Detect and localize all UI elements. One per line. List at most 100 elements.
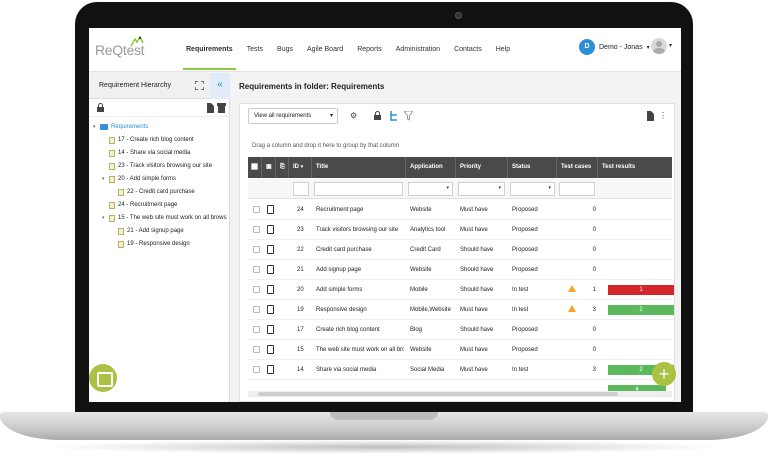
- open-document-icon[interactable]: [267, 365, 274, 374]
- table-row[interactable]: 19 Responsive design Mobile,Website Must ha…: [248, 300, 674, 320]
- lock-folder-icon[interactable]: [373, 111, 383, 121]
- avatar[interactable]: [651, 38, 667, 54]
- priority-filter[interactable]: ▾: [458, 182, 505, 196]
- document-icon[interactable]: [206, 103, 214, 113]
- status-filter[interactable]: ▾: [510, 182, 555, 196]
- select-all-checkbox[interactable]: [248, 157, 262, 178]
- column-title[interactable]: Title: [312, 157, 406, 178]
- warning-icon: [568, 285, 576, 292]
- cell-id: 21: [297, 267, 304, 273]
- expand-icon[interactable]: [195, 81, 204, 90]
- chevron-down-icon[interactable]: ▾: [669, 42, 672, 49]
- open-document-icon[interactable]: [267, 305, 274, 314]
- more-options-icon[interactable]: ⋮: [659, 111, 667, 120]
- column-test-results[interactable]: Test results: [598, 157, 672, 178]
- open-document-icon[interactable]: [267, 265, 274, 274]
- tree-item[interactable]: ▾ Requirements: [93, 121, 148, 133]
- nav-help[interactable]: Help: [489, 28, 517, 72]
- column-priority[interactable]: Priority: [456, 157, 508, 178]
- table-row[interactable]: 23 Track visitors browsing our site Analyt…: [248, 220, 672, 240]
- row-checkbox[interactable]: [253, 346, 260, 353]
- row-checkbox[interactable]: [253, 306, 260, 313]
- open-document-icon[interactable]: [267, 205, 274, 214]
- nav-requirements[interactable]: Requirements: [179, 28, 240, 72]
- table-row[interactable]: 14 Share via social media Social Media Must…: [248, 360, 674, 380]
- open-document-icon[interactable]: [267, 285, 274, 294]
- horizontal-scrollbar[interactable]: [248, 391, 672, 397]
- open-document-icon[interactable]: [267, 345, 274, 354]
- test-cases-filter[interactable]: [559, 182, 595, 196]
- collapse-panel-button[interactable]: «: [210, 73, 230, 99]
- column-application[interactable]: Application: [406, 157, 456, 178]
- column-status[interactable]: Status: [508, 157, 557, 178]
- open-document-icon[interactable]: [267, 225, 274, 234]
- cell-test-cases: [578, 380, 596, 400]
- tree-item[interactable]: ▾ 20 - Add simple forms: [102, 173, 176, 185]
- tree-toggle-icon[interactable]: ▾: [102, 215, 109, 221]
- table-row[interactable]: 20 Add simple forms Mobile Should have In te…: [248, 280, 674, 300]
- column-test-cases[interactable]: Test cases: [557, 157, 598, 178]
- table-row[interactable]: 15 The web site must work on all bro... We…: [248, 340, 672, 360]
- nav-contacts[interactable]: Contacts: [447, 28, 489, 72]
- nav-reports[interactable]: Reports: [350, 28, 389, 72]
- tree-item[interactable]: 17 - Create rich blog content: [102, 134, 194, 146]
- row-checkbox[interactable]: [253, 226, 260, 233]
- tree-item[interactable]: 21 - Add signup page: [111, 225, 184, 237]
- table-row[interactable]: 22 Credit card purchase Credit Card Should …: [248, 240, 672, 260]
- table-row[interactable]: 21 Add signup page Website Should have Propo…: [248, 260, 672, 280]
- add-requirement-button[interactable]: +: [652, 362, 676, 386]
- open-document-icon[interactable]: [267, 325, 274, 334]
- cell-priority: Must have: [460, 347, 488, 353]
- cell-test-cases: 3: [592, 367, 596, 373]
- row-checkbox[interactable]: [253, 366, 260, 373]
- application-filter[interactable]: ▾: [408, 182, 453, 196]
- tree-item-label: 24 - Recruitment page: [118, 202, 178, 208]
- tree-item[interactable]: 14 - Share via social media: [102, 147, 190, 159]
- tree-item[interactable]: ▾ 15 - The web site must work on all brow…: [102, 212, 227, 224]
- lock-folder-icon[interactable]: [96, 103, 106, 113]
- chat-icon[interactable]: [89, 364, 117, 392]
- tree-item[interactable]: 22 - Credit card purchase: [111, 186, 195, 198]
- tree-item-label: 21 - Add signup page: [127, 228, 184, 234]
- archive-icon[interactable]: [217, 103, 226, 113]
- export-document-icon[interactable]: [646, 111, 654, 121]
- nav-agile-board[interactable]: Agile Board: [300, 28, 350, 72]
- open-document-icon[interactable]: [267, 245, 274, 254]
- cell-title: Recruitment page: [316, 207, 364, 213]
- folder-icon: [100, 124, 108, 130]
- column-id[interactable]: ID ▾: [289, 157, 312, 178]
- row-checkbox[interactable]: [253, 326, 260, 333]
- cell-application: Analytics tool: [410, 227, 446, 233]
- nav-bugs[interactable]: Bugs: [270, 28, 300, 72]
- user-menu[interactable]: D Demo - Jonas ▾: [579, 39, 650, 55]
- table-row[interactable]: 17 Create rich blog content Blog Should hav…: [248, 320, 672, 340]
- gear-icon[interactable]: ⚙: [350, 111, 357, 120]
- row-checkbox[interactable]: [253, 206, 260, 213]
- row-checkbox[interactable]: [253, 286, 260, 293]
- hierarchy-icon[interactable]: [389, 111, 398, 121]
- tree-item[interactable]: 23 - Track visitors browsing our site: [102, 160, 212, 172]
- tree-item[interactable]: 24 - Recruitment page: [102, 199, 177, 211]
- id-filter[interactable]: [293, 182, 309, 196]
- test-result-bar[interactable]: 2: [608, 305, 674, 315]
- table-row[interactable]: 4: [248, 380, 672, 400]
- title-filter[interactable]: [314, 182, 403, 196]
- test-result-bar[interactable]: 1: [608, 285, 674, 295]
- tree-item[interactable]: 19 - Responsive design: [111, 238, 190, 250]
- view-select[interactable]: View all requirements ▾: [248, 108, 338, 124]
- nav-administration[interactable]: Administration: [389, 28, 447, 72]
- tree-toggle-icon[interactable]: ▾: [93, 124, 100, 130]
- cell-title: Credit card purchase: [316, 247, 372, 253]
- filter-icon[interactable]: [404, 111, 413, 121]
- table-row[interactable]: 24 Recruitment page Website Must have Propos…: [248, 200, 672, 220]
- tree-toggle-icon[interactable]: ▾: [102, 176, 109, 182]
- row-checkbox[interactable]: [253, 246, 260, 253]
- row-checkbox[interactable]: [253, 266, 260, 273]
- cell-title: Track visitors browsing our site: [316, 227, 399, 233]
- cell-application: Website: [410, 347, 432, 353]
- cell-test-cases: 0: [592, 227, 596, 233]
- cell-application: Website: [410, 267, 432, 273]
- chevron-down-icon: ▾: [498, 185, 501, 191]
- cell-status: In test: [512, 287, 529, 293]
- nav-tests[interactable]: Tests: [240, 28, 270, 72]
